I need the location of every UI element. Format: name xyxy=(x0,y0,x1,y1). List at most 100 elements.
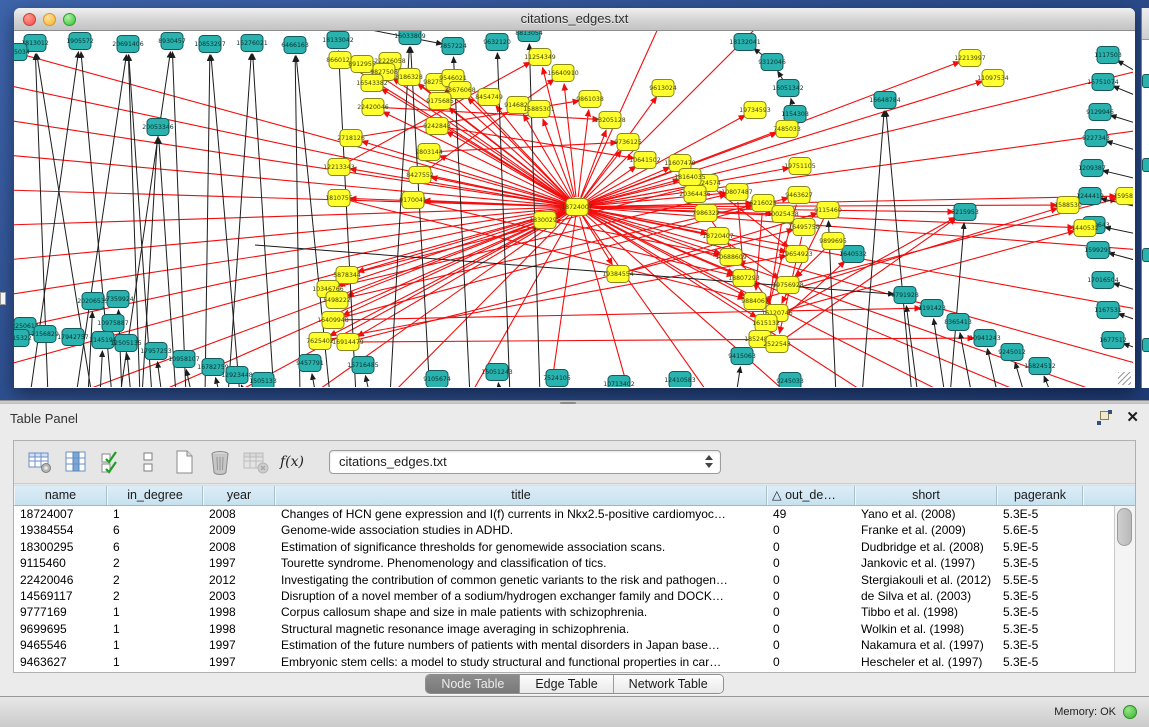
graph-node[interactable]: 9736125 xyxy=(614,134,642,151)
graph-node[interactable]: 18133042 xyxy=(322,32,354,49)
graph-node[interactable]: 1588530 xyxy=(1054,197,1082,214)
graph-edge[interactable] xyxy=(550,217,576,387)
graph-node[interactable]: 2718126 xyxy=(337,130,365,147)
table-scrollbar[interactable] xyxy=(1114,506,1135,672)
graph-node[interactable]: 10941243 xyxy=(969,330,1001,347)
table-row[interactable]: 2242004622012Investigating the contribut… xyxy=(14,572,1114,588)
graph-node[interactable]: 8930457 xyxy=(158,33,186,50)
table-selector-dropdown[interactable]: citations_edges.txt xyxy=(329,450,721,474)
graph-edge[interactable] xyxy=(950,223,964,387)
graph-node[interactable]: 9884067 xyxy=(741,293,769,310)
graph-node[interactable]: 1810755 xyxy=(325,190,353,207)
graph-node[interactable]: 12213997 xyxy=(954,50,986,67)
graph-node[interactable]: 10807487 xyxy=(721,184,753,201)
graph-edge[interactable] xyxy=(216,378,220,387)
graph-node[interactable]: 8427552 xyxy=(406,167,434,184)
graph-node[interactable]: 9245033 xyxy=(776,373,804,388)
graph-node[interactable]: 16914479 xyxy=(332,334,364,351)
graph-node[interactable]: 9227343 xyxy=(1082,130,1110,147)
graph-edge[interactable] xyxy=(1113,86,1133,98)
table-row[interactable]: 911546021997Tourette syndrome. Phenomeno… xyxy=(14,555,1114,571)
graph-edge[interactable] xyxy=(439,143,617,152)
column-header-year[interactable]: year xyxy=(203,486,275,505)
graph-node[interactable]: 10853297 xyxy=(194,36,226,53)
graph-node[interactable]: 15751074 xyxy=(1087,74,1119,91)
graph-node[interactable]: 10958107 xyxy=(168,351,200,368)
zoom-window-icon[interactable] xyxy=(63,13,76,26)
graph-node[interactable]: 19384554 xyxy=(602,266,634,283)
graph-node[interactable]: 20691406 xyxy=(112,36,144,53)
graph-node[interactable]: 1677512 xyxy=(1099,332,1127,349)
graph-edge[interactable] xyxy=(581,130,607,197)
graph-node[interactable]: 7625402 xyxy=(306,333,334,350)
graph-edge[interactable] xyxy=(934,319,945,387)
graph-node[interactable]: 15276021 xyxy=(236,35,268,52)
graph-node[interactable]: 15716485 xyxy=(347,357,379,374)
tab-node-table[interactable]: Node Table xyxy=(426,675,520,693)
graph-edge[interactable] xyxy=(88,312,92,387)
graph-node[interactable]: 18132041 xyxy=(729,34,761,51)
new-file-button[interactable] xyxy=(169,448,199,476)
graph-node[interactable]: 18164035 xyxy=(674,169,706,186)
graph-node[interactable]: 7857224 xyxy=(439,38,467,55)
graph-node[interactable]: 11254349 xyxy=(524,49,556,66)
graph-node[interactable]: 12923448 xyxy=(221,367,253,384)
column-header-pagerank[interactable]: pagerank xyxy=(997,486,1083,505)
graph-node[interactable]: 9632120 xyxy=(483,34,511,51)
graph-edge[interactable] xyxy=(447,132,569,202)
table-row[interactable]: 946362711997Embryonic stem cells: a mode… xyxy=(14,654,1114,670)
graph-node[interactable]: 16033809 xyxy=(394,31,426,45)
scrollbar-thumb[interactable] xyxy=(1117,508,1132,546)
graph-edge[interactable] xyxy=(1103,171,1133,180)
graph-edge[interactable] xyxy=(583,215,710,387)
graph-node[interactable]: 8813054 xyxy=(515,31,543,42)
table-row[interactable]: 977716911998Corpus callosum shape and si… xyxy=(14,604,1114,620)
graph-node[interactable]: 2522543 xyxy=(763,336,791,353)
function-builder-button[interactable]: f(x) xyxy=(277,448,307,476)
graph-node[interactable]: 10641502 xyxy=(629,152,661,169)
graph-node[interactable]: 12505135 xyxy=(110,335,142,352)
graph-edge[interactable] xyxy=(736,367,740,387)
graph-edge[interactable] xyxy=(383,112,568,203)
graph-node[interactable]: 9115460 xyxy=(814,202,842,219)
table-row[interactable]: 1872400712008Changes of HCN gene express… xyxy=(14,506,1114,522)
graph-node[interactable]: 19756928 xyxy=(772,277,804,294)
table-row[interactable]: 1830029562008Estimation of significance … xyxy=(14,539,1114,555)
network-canvas[interactable]: 1872400718130121905572206914068930457108… xyxy=(14,31,1133,387)
graph-edge[interactable] xyxy=(241,385,246,387)
graph-edge[interactable] xyxy=(390,47,409,387)
merge-rows-button[interactable] xyxy=(133,448,163,476)
graph-node[interactable]: 22420046 xyxy=(357,99,389,116)
column-header-title[interactable]: title xyxy=(275,486,767,505)
graph-node[interactable]: 16409948 xyxy=(317,312,349,329)
table-options-button[interactable] xyxy=(25,448,55,476)
graph-edge[interactable] xyxy=(1044,376,1052,387)
graph-node[interactable]: 1167531 xyxy=(1094,302,1122,319)
graph-node[interactable]: 18300295 xyxy=(529,212,561,229)
graph-edge[interactable] xyxy=(587,210,1133,365)
graph-edge[interactable] xyxy=(498,383,500,387)
graph-node[interactable]: 1505133 xyxy=(249,373,277,388)
graph-node[interactable]: 2156829 xyxy=(31,326,59,343)
graph-edge[interactable] xyxy=(100,351,102,387)
graph-node[interactable]: 1154308 xyxy=(781,106,809,123)
graph-node[interactable]: 16640910 xyxy=(547,65,579,82)
graph-node[interactable]: 8454749 xyxy=(475,89,503,106)
graph-node[interactable]: 1595803 xyxy=(1113,188,1133,205)
graph-node[interactable]: 1117503 xyxy=(1094,47,1122,64)
graph-node[interactable]: 12410583 xyxy=(664,372,696,388)
graph-edge[interactable] xyxy=(1107,141,1133,152)
graph-node[interactable]: 10975887 xyxy=(97,315,129,332)
graph-node[interactable]: 7524105 xyxy=(543,370,571,387)
graph-node[interactable]: 20053346 xyxy=(142,119,174,136)
close-panel-icon[interactable]: ✕ xyxy=(1126,410,1139,425)
graph-node[interactable]: 9175685 xyxy=(426,93,454,110)
graph-edge[interactable] xyxy=(1114,283,1133,292)
graph-node[interactable]: 10713402 xyxy=(603,376,635,388)
delete-table-button[interactable] xyxy=(241,448,271,476)
delete-button[interactable] xyxy=(205,448,235,476)
graph-node[interactable]: 9463627 xyxy=(785,187,813,204)
graph-edge[interactable] xyxy=(312,374,316,387)
table-row[interactable]: 946554611997Estimation of the future num… xyxy=(14,637,1114,653)
graph-node[interactable]: 6466163 xyxy=(281,37,309,54)
